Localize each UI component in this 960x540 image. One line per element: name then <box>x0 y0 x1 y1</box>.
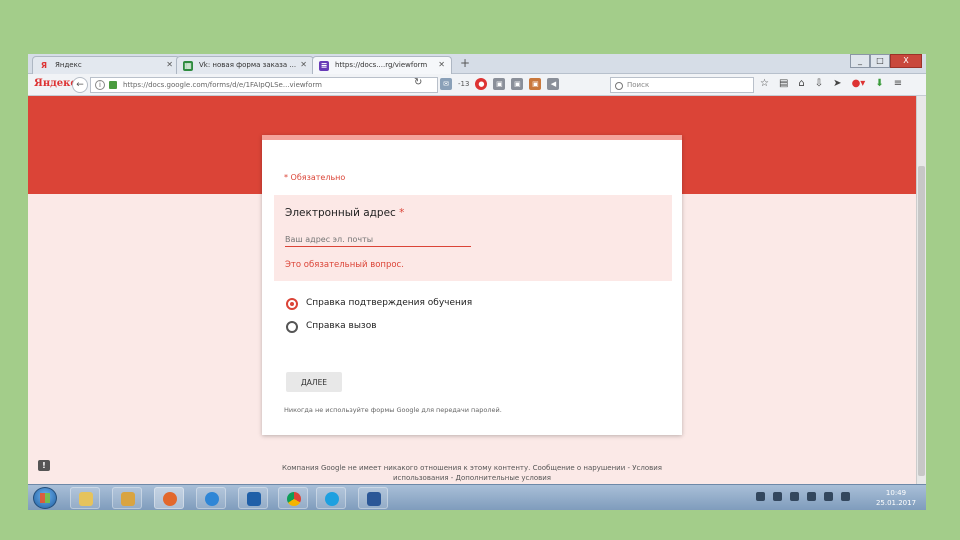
weather-text[interactable]: -13 <box>458 80 469 88</box>
chrome-icon[interactable] <box>278 487 308 509</box>
language-icon[interactable] <box>756 492 765 501</box>
required-star: * <box>399 207 405 219</box>
green-download-icon[interactable]: ⬇ <box>875 78 883 89</box>
menu-icon[interactable]: ≡ <box>894 78 902 89</box>
required-note: * Обязательно <box>284 173 346 182</box>
question-title-text: Электронный адрес <box>285 207 396 219</box>
email-field[interactable] <box>285 233 471 247</box>
clock-time: 10:49 <box>885 489 907 497</box>
password-warning: Никогда не используйте формы Google для … <box>284 406 502 414</box>
radio-selected-icon[interactable] <box>286 298 298 310</box>
tab-strip: Я Яндекс ✕ ▦ Vk: новая форма заказа ... … <box>28 54 926 74</box>
bookmarks-list-icon[interactable]: ▤ <box>779 78 788 89</box>
flag-icon[interactable] <box>773 492 782 501</box>
pocket-icon[interactable]: ⌂ <box>798 78 804 89</box>
footer-line-2[interactable]: использования - Дополнительные условия <box>28 473 916 483</box>
battery-icon[interactable] <box>824 492 833 501</box>
option-label: Справка вызов <box>306 321 377 331</box>
tab-sheets[interactable]: ▦ Vk: новая форма заказа ... ✕ <box>176 56 314 74</box>
send-icon[interactable]: ➤ <box>833 78 841 89</box>
windows-taskbar: 10:49 25.01.2017 <box>28 484 926 510</box>
skype-icon[interactable] <box>316 487 346 509</box>
tab-forms[interactable]: ≡ https://docs....rg/viewform ✕ <box>312 56 452 74</box>
footer-line-1[interactable]: Компания Google не имеет никакого отноше… <box>28 463 916 473</box>
page-scrollbar[interactable] <box>916 96 926 488</box>
url-text: https://docs.google.com/forms/d/e/1FAIpQ… <box>123 81 322 89</box>
close-tab-icon[interactable]: ✕ <box>300 60 307 69</box>
scrollbar-thumb[interactable] <box>918 166 925 476</box>
info-icon[interactable]: i <box>95 80 105 90</box>
radio-unselected-icon[interactable] <box>286 321 298 333</box>
close-tab-icon[interactable]: ✕ <box>166 60 173 69</box>
search-input[interactable]: Поиск <box>610 77 754 93</box>
mail-icon[interactable]: ✉ <box>440 78 452 90</box>
browser-toolbar: Яндекс ← i https://docs.google.com/forms… <box>28 74 926 96</box>
lock-icon <box>109 81 117 89</box>
download-icon[interactable]: ⇩ <box>815 78 823 89</box>
close-tab-icon[interactable]: ✕ <box>438 60 445 69</box>
option-label: Справка подтверждения обучения <box>306 298 473 308</box>
yandex-logo[interactable]: Яндекс <box>34 78 76 89</box>
tab-label: Vk: новая форма заказа ... <box>199 61 297 69</box>
firefox-icon[interactable] <box>154 487 184 509</box>
adblock-icon[interactable]: ● <box>475 78 488 90</box>
update-icon[interactable] <box>790 492 799 501</box>
form-card-accent <box>262 135 682 140</box>
sheets-icon: ▦ <box>183 61 193 71</box>
window-controls: _ □ X <box>850 54 922 68</box>
tab-yandex[interactable]: Я Яндекс ✕ <box>32 56 180 74</box>
email-question: Электронный адрес * Это обязательный воп… <box>274 195 672 281</box>
explorer-icon[interactable] <box>70 487 100 509</box>
yandex-icon: Я <box>40 61 48 70</box>
outlook-icon[interactable] <box>238 487 268 509</box>
question-title: Электронный адрес * <box>285 207 404 219</box>
clock[interactable]: 10:49 25.01.2017 <box>870 488 922 508</box>
sound-icon[interactable]: ◀ <box>547 78 560 90</box>
maximize-button[interactable]: □ <box>870 54 890 68</box>
page-footer: Компания Google не имеет никакого отноше… <box>28 463 916 483</box>
back-button[interactable]: ← <box>72 77 88 93</box>
extension-icon[interactable]: ▣ <box>493 78 506 90</box>
toolbar-right: ☆ ▤ ⌂ ⇩ ➤ ●▾ ⬇ ≡ <box>760 78 902 89</box>
search-placeholder: Поиск <box>627 81 650 89</box>
volume-icon[interactable] <box>841 492 850 501</box>
close-window-button[interactable]: X <box>890 54 922 68</box>
word-icon[interactable] <box>358 487 388 509</box>
address-bar[interactable]: i https://docs.google.com/forms/d/e/1FAI… <box>90 77 438 93</box>
browser-window: Я Яндекс ✕ ▦ Vk: новая форма заказа ... … <box>28 54 926 510</box>
forms-icon: ≡ <box>319 61 329 71</box>
system-tray <box>756 492 850 501</box>
minimize-button[interactable]: _ <box>850 54 870 68</box>
extension-red-icon[interactable]: ●▾ <box>852 78 866 89</box>
reload-icon[interactable]: ↻ <box>414 77 422 88</box>
toolbar-extensions: ✉ -13 ● ▣ ▣ ▣ ◀ <box>440 78 560 90</box>
bookmark-star-icon[interactable]: ☆ <box>760 78 769 89</box>
media-player-icon[interactable] <box>112 487 142 509</box>
new-tab-button[interactable]: + <box>460 56 470 70</box>
clock-date: 25.01.2017 <box>875 499 917 507</box>
network-icon[interactable] <box>807 492 816 501</box>
tab-label: https://docs....rg/viewform <box>335 61 428 69</box>
start-button[interactable] <box>33 487 57 509</box>
form-card: * Обязательно Электронный адрес * Это об… <box>262 135 682 435</box>
error-message: Это обязательный вопрос. <box>285 260 404 270</box>
extension-icon[interactable]: ▣ <box>511 78 524 90</box>
next-button[interactable]: ДАЛЕЕ <box>286 372 342 392</box>
extension-icon[interactable]: ▣ <box>529 78 542 90</box>
tab-label: Яндекс <box>55 61 82 69</box>
ie-icon[interactable] <box>196 487 226 509</box>
